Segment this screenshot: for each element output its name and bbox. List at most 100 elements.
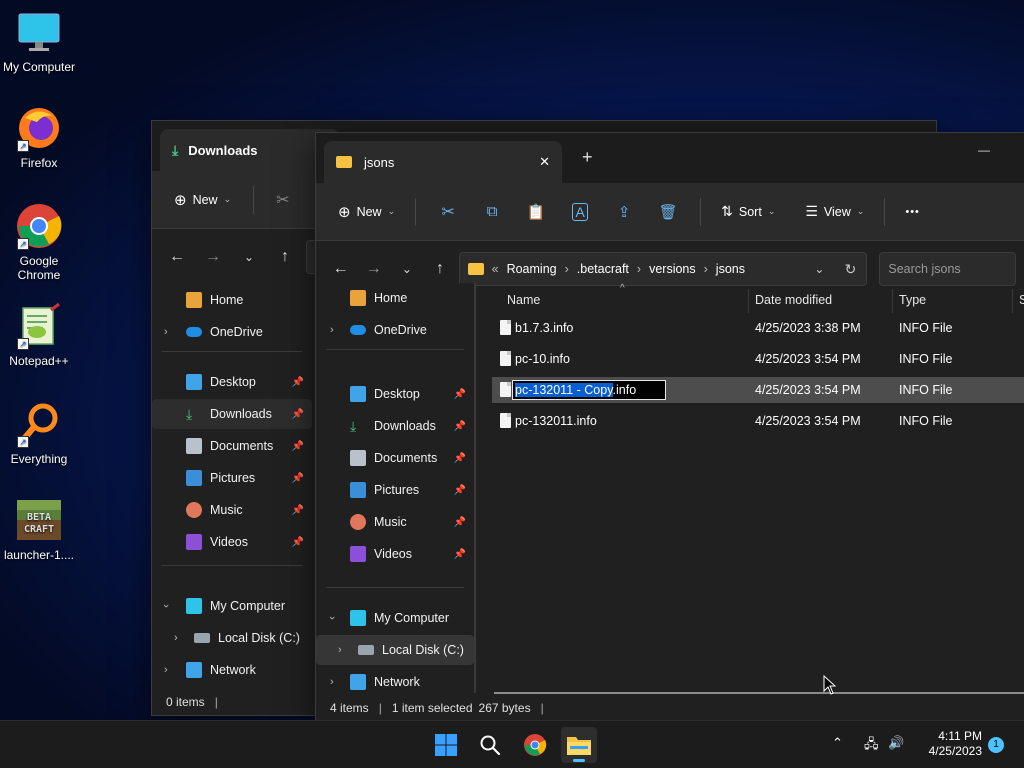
- sidebar-item-label: Network: [374, 675, 420, 689]
- cut-button[interactable]: ✂: [268, 184, 297, 216]
- sidebar-item-onedrive[interactable]: › OneDrive: [152, 317, 312, 347]
- breadcrumb-overflow[interactable]: «: [492, 262, 499, 276]
- navigation-pane: Home › OneDrive Desktop 📌 ⤓ Downloads 📌 …: [152, 285, 312, 695]
- rename-input[interactable]: pc-132011 - Copy.info: [512, 380, 666, 400]
- sidebar-item-onedrive[interactable]: › OneDrive: [316, 315, 474, 345]
- network-monitor-icon: 🖧: [864, 736, 879, 751]
- address-history-dropdown[interactable]: ⌄: [814, 262, 824, 276]
- up-button[interactable]: ↑: [425, 254, 454, 284]
- file-row[interactable]: b1.7.3.info 4/25/2023 3:38 PM INFO File: [492, 315, 1024, 341]
- desktop-folder-icon: [350, 386, 366, 402]
- hard-drive-icon: [358, 645, 374, 655]
- taskbar-chrome[interactable]: [517, 727, 553, 763]
- breadcrumb-jsons[interactable]: jsons: [716, 262, 745, 276]
- file-row-selected[interactable]: pc-132011 - Copy.info 4/25/2023 3:54 PM …: [492, 377, 1024, 403]
- minimize-button[interactable]: —: [978, 143, 990, 157]
- sidebar-item-pictures[interactable]: Pictures 📌: [316, 475, 474, 505]
- sidebar-item-videos[interactable]: Videos 📌: [152, 527, 312, 557]
- see-more-button[interactable]: •••: [897, 200, 928, 224]
- search-input[interactable]: Search jsons: [879, 252, 1016, 286]
- sidebar-item-pictures[interactable]: Pictures 📌: [152, 463, 312, 493]
- recent-locations-button[interactable]: ⌄: [234, 242, 264, 272]
- notification-badge[interactable]: 1: [988, 737, 1004, 753]
- recent-locations-button[interactable]: ⌄: [392, 254, 421, 284]
- sidebar-item-home[interactable]: Home: [316, 283, 474, 313]
- column-header-date-modified[interactable]: Date modified: [755, 293, 832, 307]
- desktop-icon-chrome[interactable]: ↗ Google Chrome: [0, 202, 78, 282]
- sidebar-item-local-disk[interactable]: › Local Disk (C:): [316, 635, 474, 665]
- explorer-window-jsons[interactable]: jsons ✕ + — ⊕ New ⌄ ✂ ⧉ 📋 A ⇪ 🗑 ⇅ Sort ⌄: [315, 132, 1024, 722]
- volume-button[interactable]: 🔊: [888, 735, 904, 751]
- show-hidden-icons-button[interactable]: ⌃: [832, 735, 843, 751]
- close-tab-button[interactable]: ✕: [539, 154, 550, 170]
- file-row[interactable]: pc-10.info 4/25/2023 3:54 PM INFO File: [492, 346, 1024, 372]
- sidebar-item-my-computer[interactable]: › My Computer: [152, 591, 312, 621]
- cut-button[interactable]: ✂: [428, 196, 468, 228]
- sidebar-item-my-computer[interactable]: › My Computer: [316, 603, 474, 633]
- sidebar-item-home[interactable]: Home: [152, 285, 312, 315]
- sidebar-item-documents[interactable]: Documents 📌: [152, 431, 312, 461]
- column-divider[interactable]: [892, 289, 893, 313]
- sidebar-item-music[interactable]: Music 📌: [316, 507, 474, 537]
- copy-button[interactable]: ⧉: [472, 197, 512, 226]
- refresh-button[interactable]: ↻: [845, 261, 857, 278]
- start-button[interactable]: [428, 727, 464, 763]
- clock[interactable]: 4:11 PM 4/25/2023: [916, 729, 982, 759]
- sidebar-item-label: Downloads: [374, 419, 436, 433]
- taskbar-file-explorer[interactable]: [561, 727, 597, 763]
- navigation-pane: Home › OneDrive Desktop 📌 ⤓ Downloads 📌 …: [316, 283, 474, 697]
- desktop-icon-label: Everything: [10, 452, 68, 466]
- horizontal-scrollbar[interactable]: [494, 692, 1024, 694]
- network-tray-button[interactable]: 🖧: [864, 735, 879, 757]
- back-button[interactable]: ←: [326, 254, 355, 284]
- breadcrumb-betacraft[interactable]: .betacraft: [577, 262, 629, 276]
- sidebar-item-label: Videos: [374, 547, 412, 561]
- forward-button[interactable]: →: [359, 254, 388, 284]
- sidebar-item-network[interactable]: › Network: [152, 655, 312, 685]
- breadcrumb-roaming[interactable]: Roaming: [507, 262, 557, 276]
- sidebar-item-downloads[interactable]: ⤓ Downloads 📌: [316, 411, 474, 441]
- delete-button[interactable]: 🗑: [648, 197, 688, 227]
- search-button[interactable]: [472, 727, 508, 763]
- column-header-name[interactable]: Name: [507, 293, 540, 307]
- sidebar-item-local-disk[interactable]: › Local Disk (C:): [152, 623, 312, 653]
- column-divider[interactable]: [748, 289, 749, 313]
- new-button[interactable]: ⊕ New ⌄: [330, 197, 403, 227]
- rename-button[interactable]: A: [560, 197, 600, 227]
- desktop-icon-firefox[interactable]: ↗ Firefox: [0, 104, 78, 170]
- nav-pane-scrollbar[interactable]: [474, 283, 476, 693]
- sidebar-item-label: OneDrive: [210, 325, 263, 339]
- view-button[interactable]: ☰ View ⌄: [797, 197, 872, 226]
- column-header-type[interactable]: Type: [899, 293, 926, 307]
- desktop-icon-everything[interactable]: ↗ Everything: [0, 400, 78, 466]
- breadcrumb-versions[interactable]: versions: [649, 262, 696, 276]
- back-button[interactable]: ←: [162, 242, 192, 272]
- desktop-icon-my-computer[interactable]: My Computer: [0, 8, 78, 74]
- desktop-icon-betacraft-launcher[interactable]: BETA CRAFT launcher-1....: [0, 496, 78, 562]
- sidebar-item-videos[interactable]: Videos 📌: [316, 539, 474, 569]
- sidebar-item-desktop[interactable]: Desktop 📌: [152, 367, 312, 397]
- tab-downloads[interactable]: ⤓ Downloads: [160, 129, 340, 171]
- sidebar-item-desktop[interactable]: Desktop 📌: [316, 379, 474, 409]
- monitor-icon: [350, 610, 366, 626]
- paste-button[interactable]: 📋: [516, 197, 556, 227]
- new-tab-button[interactable]: +: [582, 147, 593, 168]
- breadcrumb-separator: ›: [564, 262, 569, 276]
- rename-icon: A: [572, 202, 588, 221]
- forward-button[interactable]: →: [198, 242, 228, 272]
- share-button[interactable]: ⇪: [604, 197, 644, 227]
- sort-button[interactable]: ⇅ Sort ⌄: [713, 197, 783, 226]
- address-bar[interactable]: « Roaming › .betacraft › versions › json…: [458, 252, 868, 286]
- up-button[interactable]: ↑: [270, 242, 300, 272]
- sidebar-item-documents[interactable]: Documents 📌: [316, 443, 474, 473]
- sidebar-item-downloads[interactable]: ⤓ Downloads 📌: [152, 399, 312, 429]
- column-header-size[interactable]: S: [1019, 293, 1024, 307]
- column-divider[interactable]: [1012, 289, 1013, 313]
- sidebar-item-music[interactable]: Music 📌: [152, 495, 312, 525]
- tab-jsons[interactable]: jsons ✕: [324, 141, 562, 183]
- desktop-icon-notepad-plus-plus[interactable]: ↗ Notepad++: [0, 302, 78, 368]
- file-row[interactable]: pc-132011.info 4/25/2023 3:54 PM INFO Fi…: [492, 408, 1024, 434]
- sidebar-item-network[interactable]: › Network: [316, 667, 474, 697]
- new-button[interactable]: ⊕ New ⌄: [166, 185, 239, 215]
- new-label: New: [356, 204, 382, 219]
